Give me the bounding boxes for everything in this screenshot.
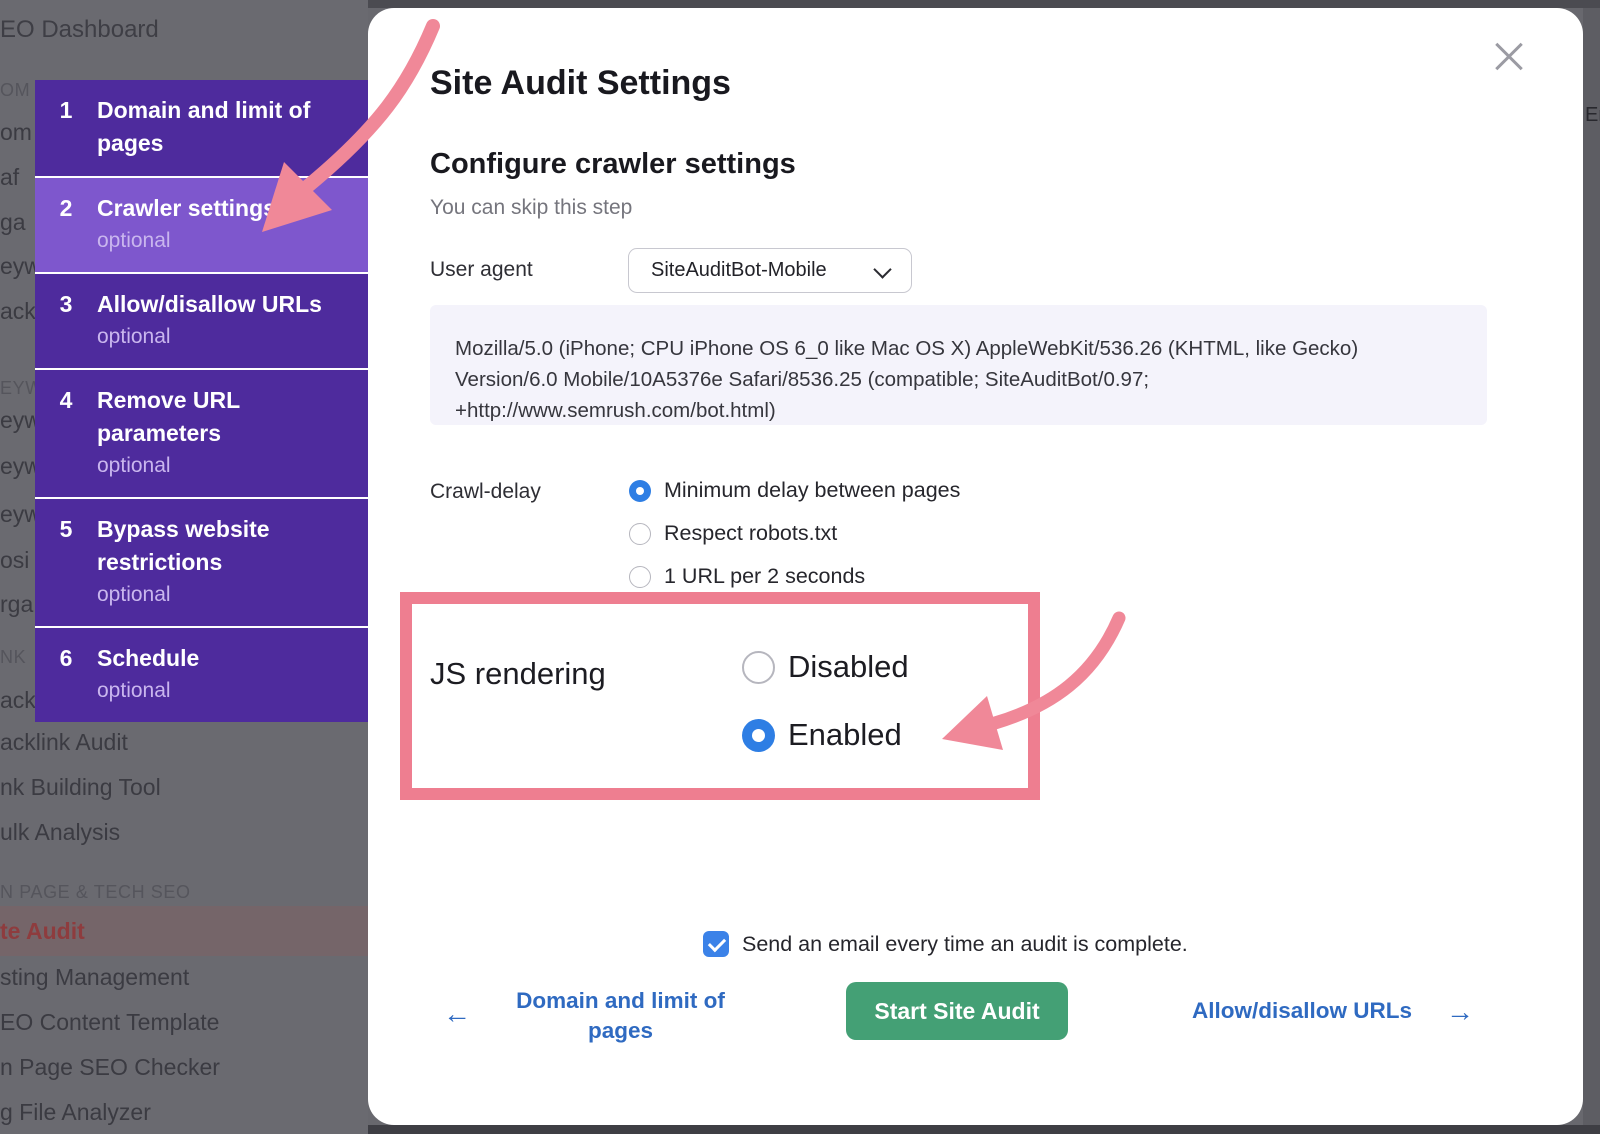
step-optional-note: optional: [97, 450, 349, 481]
radio-label: 1 URL per 2 seconds: [664, 564, 865, 589]
sidebar-item-backlink-audit[interactable]: acklink Audit: [0, 728, 128, 756]
wizard-stepper: 1 Domain and limit of pages 2 Crawler se…: [35, 80, 368, 722]
step-number: 3: [35, 288, 97, 352]
chevron-down-icon: [873, 260, 891, 278]
step-allow-disallow-urls[interactable]: 3 Allow/disallow URLs optional: [35, 272, 368, 368]
modal-title: Site Audit Settings: [430, 64, 731, 103]
checkbox-label: Send an email every time an audit is com…: [742, 932, 1188, 957]
back-link-domain-and-limit[interactable]: Domain and limit of pages: [498, 986, 743, 1046]
step-number: 2: [35, 192, 97, 256]
next-link-allow-disallow[interactable]: Allow/disallow URLs: [1192, 998, 1412, 1024]
user-agent-value: SiteAuditBot-Mobile: [651, 259, 827, 282]
step-title: Crawler settings: [97, 192, 349, 225]
step-bypass-website-restrictions[interactable]: 5 Bypass website restrictions optional: [35, 497, 368, 626]
arrow-left-icon[interactable]: ←: [443, 998, 471, 1030]
step-remove-url-parameters[interactable]: 4 Remove URL parameters optional: [35, 368, 368, 497]
sidebar-item-on-page-seo-checker[interactable]: n Page SEO Checker: [0, 1053, 220, 1081]
sidebar-item-bulk-analysis[interactable]: ulk Analysis: [0, 818, 120, 846]
sidebar-section-link-building: NK: [0, 643, 26, 671]
sidebar-item[interactable]: ga: [0, 208, 26, 236]
radio-one-url-per-2s[interactable]: 1 URL per 2 seconds: [629, 564, 865, 589]
js-rendering-highlight-box: [400, 592, 1040, 800]
step-number: 4: [35, 384, 97, 481]
sidebar-item[interactable]: rga: [0, 590, 33, 618]
section-subheading: You can skip this step: [430, 196, 632, 220]
step-title: Remove URL parameters: [97, 384, 349, 450]
radio-unselected-icon[interactable]: [629, 566, 651, 588]
step-title: Schedule: [97, 642, 349, 675]
step-title: Allow/disallow URLs: [97, 288, 349, 321]
sidebar-section-on-page-tech-seo: N PAGE & TECH SEO: [0, 878, 191, 906]
user-agent-string-line: Version/6.0 Mobile/10A5376e Safari/8536.…: [455, 364, 1457, 395]
radio-label: Enabled: [788, 717, 902, 753]
sidebar-item-seo-dashboard[interactable]: EO Dashboard: [0, 16, 159, 44]
screen: EO Dashboard OM om af ga eyw ack EYW eyw…: [0, 0, 1600, 1134]
step-schedule[interactable]: 6 Schedule optional: [35, 626, 368, 722]
user-agent-dropdown[interactable]: SiteAuditBot-Mobile: [628, 248, 912, 293]
radio-label: Disabled: [788, 649, 909, 685]
radio-label: Respect robots.txt: [664, 521, 837, 546]
app-topbar-sliver: [368, 0, 1600, 8]
sidebar-item-site-audit[interactable]: te Audit: [0, 917, 85, 945]
radio-respect-robots[interactable]: Respect robots.txt: [629, 521, 837, 546]
radio-selected-icon[interactable]: [742, 719, 775, 752]
sidebar-item[interactable]: om: [0, 118, 32, 146]
sidebar-item-listing-management[interactable]: sting Management: [0, 963, 189, 991]
radio-js-enabled[interactable]: Enabled: [742, 717, 902, 753]
radio-unselected-icon[interactable]: [629, 523, 651, 545]
app-bottom-sliver: [368, 1125, 1600, 1134]
step-title: Bypass website restrictions: [97, 513, 349, 579]
checkbox-checked-icon[interactable]: [703, 931, 729, 957]
background-right-sliver: En: [1583, 0, 1600, 1134]
sidebar-item[interactable]: ack: [0, 297, 36, 325]
sidebar-section-competitive-research: OM: [0, 76, 30, 104]
arrow-right-icon[interactable]: →: [1446, 996, 1474, 1028]
step-optional-note: optional: [97, 321, 349, 352]
radio-minimum-delay[interactable]: Minimum delay between pages: [629, 478, 960, 503]
radio-unselected-icon[interactable]: [742, 651, 775, 684]
step-optional-note: optional: [97, 675, 349, 706]
step-domain-and-limit[interactable]: 1 Domain and limit of pages: [35, 80, 368, 176]
step-crawler-settings[interactable]: 2 Crawler settings optional: [35, 176, 368, 272]
step-optional-note: optional: [97, 579, 349, 610]
start-site-audit-button[interactable]: Start Site Audit: [846, 982, 1068, 1040]
close-icon[interactable]: [1486, 34, 1532, 80]
sidebar-item-log-file-analyzer[interactable]: g File Analyzer: [0, 1098, 151, 1126]
user-agent-label: User agent: [430, 258, 533, 282]
step-number: 1: [35, 94, 97, 160]
section-heading: Configure crawler settings: [430, 148, 796, 181]
site-audit-settings-modal: Site Audit Settings Configure crawler se…: [368, 8, 1583, 1125]
step-number: 6: [35, 642, 97, 706]
email-checkbox-row[interactable]: Send an email every time an audit is com…: [703, 931, 1188, 957]
user-agent-string-box: Mozilla/5.0 (iPhone; CPU iPhone OS 6_0 l…: [430, 305, 1487, 425]
sidebar-item[interactable]: ack: [0, 686, 36, 714]
user-agent-string-line: Mozilla/5.0 (iPhone; CPU iPhone OS 6_0 l…: [455, 333, 1457, 364]
js-rendering-label: JS rendering: [430, 656, 606, 692]
radio-selected-icon[interactable]: [629, 480, 651, 502]
background-text-fragment: En: [1585, 104, 1600, 127]
crawl-delay-label: Crawl-delay: [430, 480, 541, 504]
sidebar-item[interactable]: af: [0, 163, 19, 191]
sidebar-item[interactable]: osi: [0, 546, 29, 574]
step-optional-note: optional: [97, 225, 349, 256]
sidebar-item-link-building-tool[interactable]: nk Building Tool: [0, 773, 161, 801]
step-title: Domain and limit of pages: [97, 94, 349, 160]
radio-label: Minimum delay between pages: [664, 478, 960, 503]
radio-js-disabled[interactable]: Disabled: [742, 649, 909, 685]
user-agent-string-line: +http://www.semrush.com/bot.html): [455, 395, 1457, 426]
step-number: 5: [35, 513, 97, 610]
sidebar-item-seo-content-template[interactable]: EO Content Template: [0, 1008, 219, 1036]
